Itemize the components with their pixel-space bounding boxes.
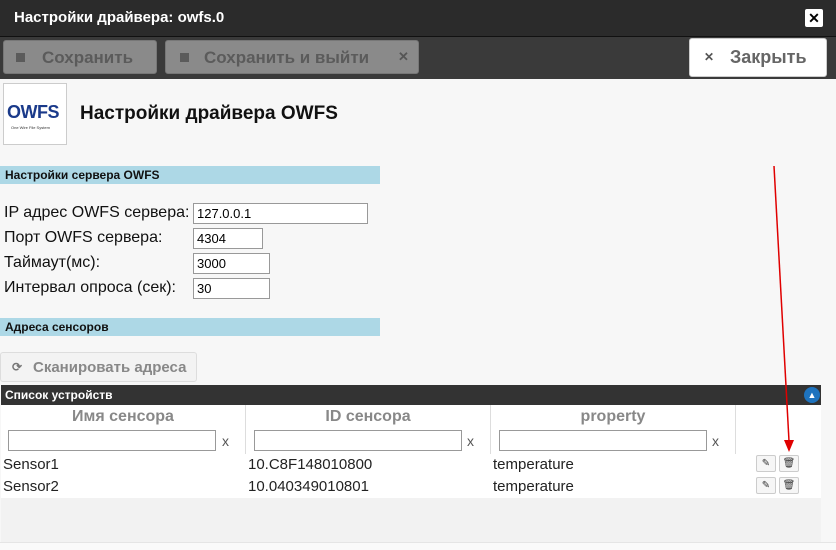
annotation-arrow <box>773 165 794 452</box>
